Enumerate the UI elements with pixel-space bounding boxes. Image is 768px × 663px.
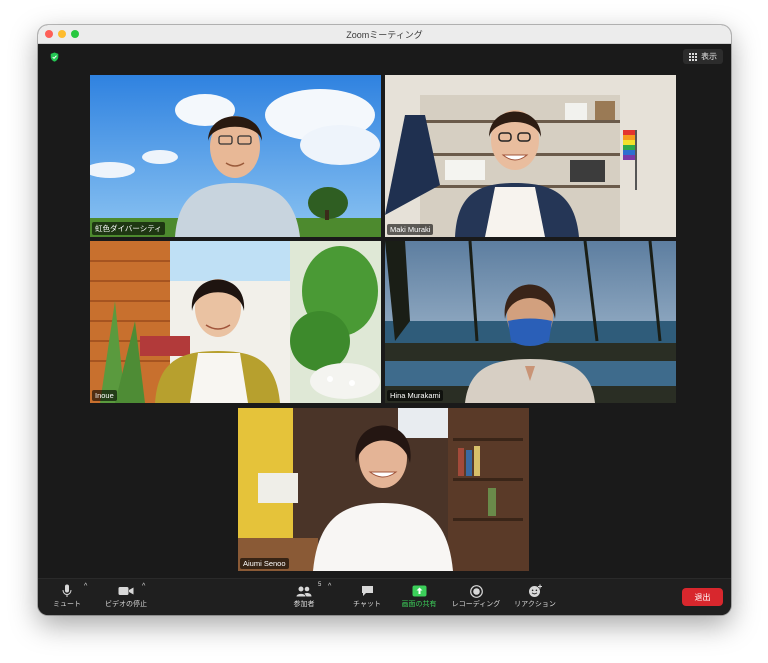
video-camera-icon (118, 587, 134, 595)
share-screen-button[interactable]: 画面の共有 (399, 583, 439, 609)
record-label: レコーディング (451, 601, 501, 608)
microphone-icon (62, 584, 72, 597)
participants-count: 5 (318, 582, 322, 588)
participants-icon (296, 586, 312, 596)
record-icon (469, 584, 483, 598)
participant-video (90, 75, 381, 237)
leave-meeting-button[interactable]: 退出 (682, 588, 723, 606)
video-options-caret-icon[interactable]: ^ (142, 583, 145, 590)
video-tile[interactable]: Maki Muraki (385, 75, 676, 237)
window-title: Zoomミーティング (346, 30, 423, 40)
video-tile-active-speaker[interactable]: Inoue (90, 241, 381, 403)
audio-options-caret-icon[interactable]: ^ (84, 583, 87, 590)
video-tile[interactable]: Aiumi Senoo (238, 408, 529, 571)
grid-icon (689, 52, 697, 61)
mute-label: ミュート (53, 601, 81, 608)
participants-button[interactable]: 参加者 (290, 583, 318, 609)
chat-label: チャット (353, 601, 381, 608)
shield-icon[interactable] (50, 52, 59, 62)
participant-name: 虹色ダイバーシティ (92, 222, 165, 235)
participant-name: Inoue (92, 390, 117, 401)
participant-video (385, 75, 676, 237)
participant-video (385, 241, 676, 403)
participant-name: Aiumi Senoo (240, 558, 289, 569)
zoom-window: Zoomミーティング 表示 虹色ダイバーシティ Maki Muraki Inou… (38, 25, 731, 615)
reaction-smiley-icon (528, 584, 542, 597)
view-label: 表示 (701, 52, 717, 61)
reactions-label: リアクション (514, 601, 556, 608)
reactions-button[interactable]: リアクション (512, 583, 558, 609)
participant-video (238, 408, 529, 571)
participants-label: 参加者 (293, 601, 315, 608)
participant-name: Hina Murakami (387, 390, 444, 401)
participants-options-caret-icon[interactable]: ^ (328, 583, 331, 590)
participant-name: Maki Muraki (387, 224, 434, 235)
share-screen-icon (412, 585, 426, 597)
share-screen-label: 画面の共有 (401, 601, 437, 608)
meeting-toolbar: ミュート ^ ビデオの停止 ^ 参加者 5 ^ チャット 画面の共有 レコーディ… (38, 578, 731, 615)
record-button[interactable]: レコーディング (450, 583, 502, 609)
view-button[interactable]: 表示 (683, 49, 723, 64)
participant-video (90, 241, 381, 403)
title-bar: Zoomミーティング (38, 25, 731, 44)
mute-button[interactable]: ミュート (50, 583, 84, 609)
chat-button[interactable]: チャット (350, 583, 384, 609)
chat-icon (361, 586, 373, 596)
stop-video-label: ビデオの停止 (105, 601, 147, 608)
leave-label: 退出 (694, 592, 711, 602)
video-tile[interactable]: 虹色ダイバーシティ (90, 75, 381, 237)
video-tile[interactable]: Hina Murakami (385, 241, 676, 403)
